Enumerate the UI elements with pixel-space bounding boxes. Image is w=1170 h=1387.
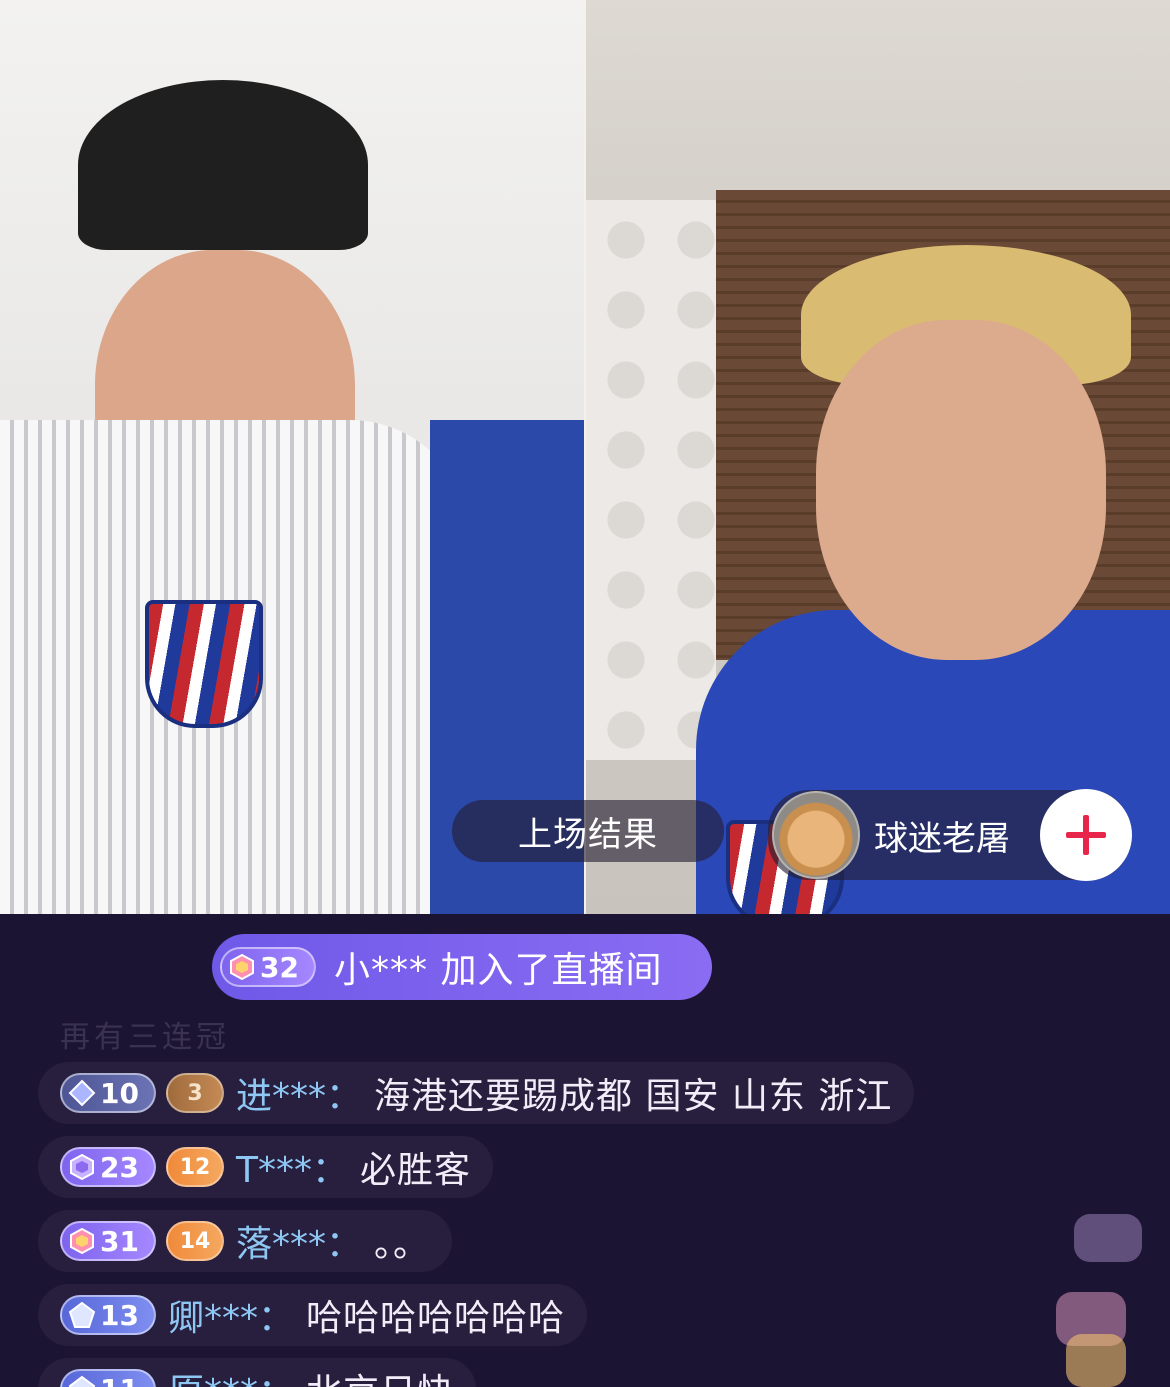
fan-club-badge: 14 bbox=[166, 1221, 224, 1261]
chat-text: 北京日快 bbox=[306, 1363, 454, 1387]
streamer-name: 球迷老屠 bbox=[874, 818, 1010, 859]
join-message: 小*** 加入了直播间 bbox=[334, 950, 663, 991]
user-level-badge: 23 bbox=[60, 1147, 156, 1187]
video-wallpaper bbox=[586, 200, 716, 760]
user-level-badge: 11 bbox=[60, 1369, 156, 1387]
chat-text: 海港还要踢成都 国安 山东 浙江 bbox=[374, 1076, 893, 1117]
diamond-gem-icon bbox=[68, 1079, 96, 1107]
chat-message[interactable]: 31 14 落***： 。。 bbox=[38, 1210, 453, 1272]
fan-club-badge: 12 bbox=[166, 1147, 224, 1187]
user-level-number: 10 bbox=[100, 1076, 139, 1110]
chat-message[interactable]: 10 3 进***： 海港还要踢成都 国安 山东 浙江 bbox=[38, 1062, 915, 1124]
video-feed-right[interactable] bbox=[586, 0, 1170, 914]
user-level-badge: 10 bbox=[60, 1073, 156, 1113]
chat-username[interactable]: T***： bbox=[236, 1141, 348, 1193]
chat-username[interactable]: 落***： bbox=[236, 1215, 362, 1267]
user-level-badge: 31 bbox=[60, 1221, 156, 1261]
chat-text: 。。 bbox=[374, 1224, 431, 1265]
user-level-number: 31 bbox=[100, 1224, 139, 1258]
user-level-number: 11 bbox=[100, 1373, 139, 1387]
fan-club-badge: 3 bbox=[166, 1073, 224, 1113]
floating-gift-icon bbox=[1074, 1214, 1142, 1262]
chat-username[interactable]: 进***： bbox=[236, 1067, 362, 1119]
streamer-avatar[interactable] bbox=[772, 791, 860, 879]
pentagon-gem-icon bbox=[68, 1375, 96, 1387]
user-level-badge: 32 bbox=[220, 947, 316, 987]
last-match-result-label: 上场结果 bbox=[518, 814, 658, 855]
plus-icon bbox=[1066, 815, 1106, 855]
faded-chat-line: 再有三连冠 bbox=[60, 1020, 230, 1055]
floating-hand-icon bbox=[1066, 1334, 1126, 1387]
chat-message[interactable]: 23 12 T***： 必胜客 bbox=[38, 1136, 494, 1198]
chat-message[interactable]: 13 卿***： 哈哈哈哈哈哈哈 bbox=[38, 1284, 588, 1346]
hexagon-gem-icon bbox=[70, 1227, 94, 1255]
club-crest-icon bbox=[145, 600, 263, 728]
chat-username[interactable]: 卿***： bbox=[168, 1289, 294, 1341]
user-level-number: 13 bbox=[100, 1298, 139, 1332]
chat-panel[interactable]: 32 小*** 加入了直播间 再有三连冠 10 3 进***： 海港还要踢成都 … bbox=[0, 914, 1170, 1387]
last-match-result-button[interactable]: 上场结果 bbox=[452, 800, 724, 862]
pentagon-gem-icon bbox=[68, 1301, 96, 1328]
join-notification: 32 小*** 加入了直播间 bbox=[212, 934, 712, 1000]
streamer-info[interactable]: 球迷老屠 bbox=[768, 789, 1132, 881]
video-host-hair bbox=[78, 80, 368, 250]
chat-text: 必胜客 bbox=[360, 1150, 472, 1191]
chat-text: 哈哈哈哈哈哈哈 bbox=[306, 1298, 566, 1339]
chat-username[interactable]: 原***： bbox=[168, 1363, 294, 1387]
video-guest-face bbox=[816, 320, 1106, 660]
video-feed-left[interactable] bbox=[0, 0, 584, 914]
chat-message[interactable]: 11 原***： 北京日快 bbox=[38, 1358, 477, 1387]
hexagon-gem-icon bbox=[70, 1153, 94, 1181]
user-level-badge: 13 bbox=[60, 1295, 156, 1335]
hexagon-gem-icon bbox=[230, 953, 254, 981]
follow-button[interactable] bbox=[1040, 789, 1132, 881]
user-level-number: 32 bbox=[260, 950, 299, 984]
user-level-number: 23 bbox=[100, 1150, 139, 1184]
